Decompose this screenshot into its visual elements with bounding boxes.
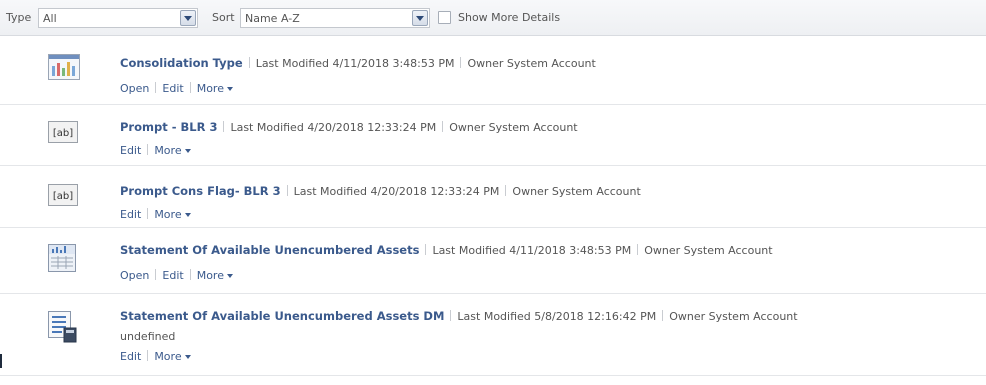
last-modified-label: Last Modified	[255, 57, 330, 70]
last-modified-value: 4/11/2018 3:48:53 PM	[332, 57, 455, 70]
edit-link[interactable]: Edit	[120, 208, 141, 221]
owner-label: Owner	[449, 121, 486, 134]
caret-down-icon	[184, 213, 191, 217]
item-title-link[interactable]: Statement Of Available Unencumbered Asse…	[120, 243, 419, 257]
owner-label: Owner	[669, 310, 706, 323]
last-modified-value: 5/8/2018 12:16:42 PM	[534, 310, 657, 323]
last-modified-value: 4/11/2018 3:48:53 PM	[509, 244, 632, 257]
more-label: More	[154, 350, 182, 363]
sort-select-value: Name A-Z	[245, 12, 300, 25]
caret-down-icon	[226, 274, 233, 278]
item-title-link[interactable]: Prompt Cons Flag- BLR 3	[120, 184, 281, 198]
list-item: Statement Of Available Unencumbered Asse…	[0, 228, 986, 294]
more-label: More	[154, 208, 182, 221]
prompt-icon: [ab]	[48, 184, 78, 206]
type-select-value: All	[43, 12, 57, 25]
owner-label: Owner	[644, 244, 681, 257]
owner-value: System Account	[488, 121, 578, 134]
last-modified-label: Last Modified	[230, 121, 304, 134]
list-item: [ab] Prompt Cons Flag- BLR 3 Last Modifie…	[0, 166, 986, 228]
item-title-link[interactable]: Statement Of Available Unencumbered Asse…	[120, 309, 444, 323]
edit-link[interactable]: Edit	[120, 144, 141, 157]
dashboard-icon	[48, 54, 80, 80]
chevron-down-icon[interactable]	[180, 10, 196, 26]
last-modified-value: 4/20/2018 12:33:24 PM	[307, 121, 437, 134]
sort-select[interactable]: Name A-Z	[240, 8, 430, 28]
caret-down-icon	[184, 149, 191, 153]
item-description: undefined	[120, 330, 176, 343]
caret-down-icon	[184, 355, 191, 359]
owner-label: Owner	[467, 57, 504, 70]
last-modified-value: 4/20/2018 12:33:24 PM	[370, 185, 500, 198]
show-more-details-label: Show More Details	[458, 11, 561, 24]
svg-text:[ab]: [ab]	[53, 128, 73, 139]
more-menu[interactable]: More	[197, 82, 233, 95]
page-edge-marker	[0, 354, 2, 368]
list-item: Consolidation Type Last Modified 4/11/201…	[0, 36, 986, 105]
more-menu[interactable]: More	[154, 350, 191, 363]
more-menu[interactable]: More	[154, 144, 191, 157]
chevron-down-icon[interactable]	[412, 10, 428, 26]
type-select[interactable]: All	[38, 8, 198, 28]
sort-label: Sort	[212, 11, 235, 24]
edit-link[interactable]: Edit	[162, 269, 183, 282]
owner-label: Owner	[512, 185, 549, 198]
more-menu[interactable]: More	[154, 208, 191, 221]
caret-down-icon	[226, 87, 233, 91]
data-model-icon	[48, 311, 77, 343]
prompt-icon: [ab]	[48, 121, 78, 143]
edit-link[interactable]: Edit	[120, 350, 141, 363]
owner-value: System Account	[683, 244, 773, 257]
last-modified-label: Last Modified	[432, 244, 506, 257]
list-item: [ab] Prompt - BLR 3 Last Modified 4/20/20…	[0, 105, 986, 166]
open-link[interactable]: Open	[120, 269, 149, 282]
open-link[interactable]: Open	[120, 82, 149, 95]
item-title-link[interactable]: Prompt - BLR 3	[120, 120, 217, 134]
item-title-link[interactable]: Consolidation Type	[120, 56, 243, 70]
more-menu[interactable]: More	[197, 269, 233, 282]
more-label: More	[154, 144, 182, 157]
last-modified-label: Last Modified	[293, 185, 367, 198]
filter-toolbar: Type All Sort Name A-Z Show More Details	[0, 0, 986, 36]
type-label: Type	[6, 11, 32, 24]
show-more-details-checkbox[interactable]	[438, 11, 451, 24]
analysis-icon	[48, 244, 76, 272]
owner-value: System Account	[708, 310, 798, 323]
more-label: More	[196, 82, 224, 95]
list-item: Statement Of Available Unencumbered Asse…	[0, 294, 986, 376]
owner-value: System Account	[506, 57, 596, 70]
owner-value: System Account	[551, 185, 641, 198]
svg-text:[ab]: [ab]	[53, 191, 73, 202]
edit-link[interactable]: Edit	[162, 82, 183, 95]
more-label: More	[196, 269, 224, 282]
last-modified-label: Last Modified	[457, 310, 531, 323]
